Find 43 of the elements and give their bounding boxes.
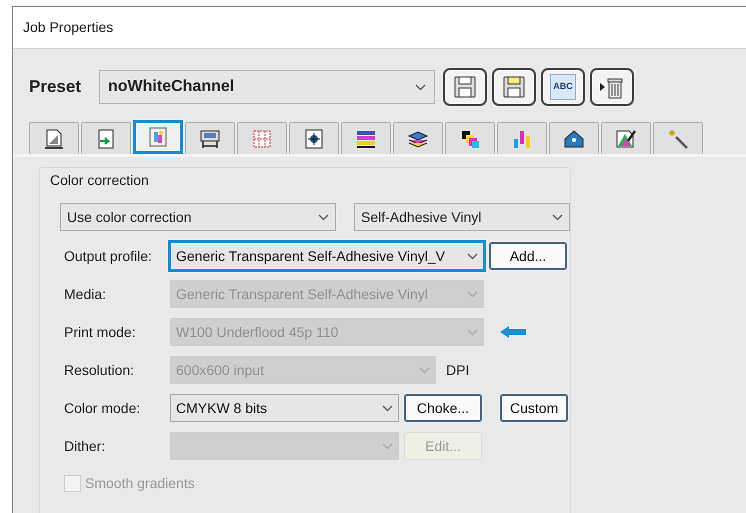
chevron-icon: [467, 252, 478, 260]
toolbar-tab[interactable]: [341, 122, 391, 154]
dropdown[interactable]: CMYKW 8 bits: [170, 394, 399, 422]
window-title: Job Properties: [23, 18, 114, 37]
push-button[interactable]: Add...: [489, 242, 567, 270]
checkbox-label: Smooth gradients: [85, 474, 195, 493]
field-label: Output profile:: [63, 246, 153, 266]
chevron-icon: [318, 214, 329, 220]
push-button[interactable]: Choke...: [404, 394, 482, 422]
field-label: Print mode:: [63, 322, 137, 342]
save-button[interactable]: [492, 68, 536, 106]
chevron-icon: [467, 328, 478, 336]
toolbar-tab[interactable]: [289, 122, 339, 154]
chevron-icon: [419, 366, 430, 374]
field-label: Resolution:: [63, 360, 136, 380]
rename-button[interactable]: ABC: [541, 68, 585, 106]
toolbar-tab[interactable]: [549, 122, 599, 154]
dropdown[interactable]: Generic Transparent Self-Adhesive Vinyl_V: [170, 242, 484, 270]
chevron-icon: [382, 442, 393, 450]
field-label: Color mode:: [63, 398, 142, 418]
delete-button[interactable]: [590, 68, 634, 106]
page-icon: [42, 126, 66, 150]
toolbar-tab[interactable]: [29, 122, 79, 154]
toolbar-tab[interactable]: [601, 122, 651, 154]
toolbar-tab[interactable]: [81, 122, 131, 154]
unit-label: DPI: [446, 360, 470, 380]
toolbar-tab[interactable]: [185, 122, 235, 154]
chevron-icon: [415, 84, 426, 90]
dropdown[interactable]: Self-Adhesive Vinyl: [354, 203, 570, 231]
dropdown[interactable]: Use color correction: [60, 203, 336, 231]
field-label: Media:: [63, 284, 108, 304]
chevron-icon: [552, 214, 563, 220]
field-label: Dither:: [63, 436, 106, 456]
toolbar-tab[interactable]: [393, 122, 443, 154]
save-button[interactable]: [443, 68, 487, 106]
toolbar-tab[interactable]: [445, 122, 495, 154]
push-button[interactable]: Custom: [500, 394, 568, 422]
preset-label: Preset: [29, 76, 82, 98]
preset-dropdown[interactable]: noWhiteChannel: [99, 70, 435, 104]
chevron-icon: [467, 290, 478, 298]
group-title: Color correction: [50, 171, 149, 190]
chevron-icon: [382, 404, 393, 412]
toolbar-tab[interactable]: [133, 120, 183, 154]
